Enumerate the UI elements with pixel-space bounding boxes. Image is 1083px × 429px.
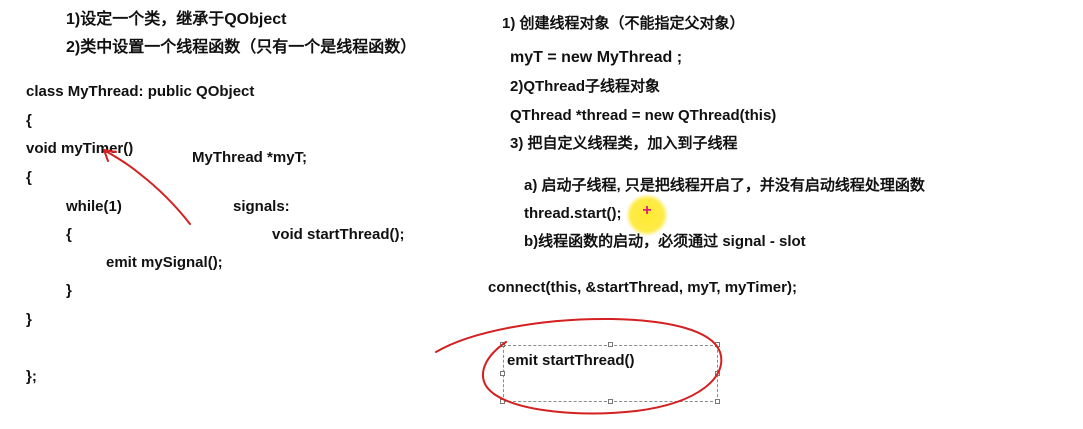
code-emit-statement: emit mySignal(); xyxy=(106,254,223,271)
code-function-declaration: void myTimer() xyxy=(26,140,134,157)
code-emit-start-thread[interactable]: emit startThread() xyxy=(507,351,635,371)
resize-handle-bottom[interactable] xyxy=(608,399,613,404)
right-step-2: 2)QThread子线程对象 xyxy=(510,78,661,95)
code-class-declaration: class MyThread: public QObject xyxy=(26,83,255,100)
code-connect-statement: connect(this, &startThread, myT, myTimer… xyxy=(488,279,797,296)
resize-handle-left[interactable] xyxy=(500,371,505,376)
code-new-mythread: myT = new MyThread ; xyxy=(510,49,683,66)
right-step-1: 1) 创建线程对象（不能指定父对象） xyxy=(502,15,745,32)
right-step-3: 3) 把自定义线程类，加入到子线程 xyxy=(510,135,738,152)
code-signal-declaration: void startThread(); xyxy=(272,226,405,243)
resize-handle-right[interactable] xyxy=(715,371,720,376)
code-open-brace-function: { xyxy=(26,169,32,186)
left-step-1: 1)设定一个类，继承于QObject xyxy=(66,11,287,28)
resize-handle-top[interactable] xyxy=(608,342,613,347)
code-signals-label: signals: xyxy=(233,198,290,215)
resize-handle-bottom-left[interactable] xyxy=(500,399,505,404)
code-member-declaration: MyThread *myT; xyxy=(192,149,308,166)
code-close-brace-function: } xyxy=(26,311,32,328)
right-substep-a: a) 启动子线程, 只是把线程开启了，并没有启动线程处理函数 xyxy=(524,177,925,194)
resize-handle-top-left[interactable] xyxy=(500,342,505,347)
resize-handle-bottom-right[interactable] xyxy=(715,399,720,404)
code-close-brace-while: } xyxy=(66,282,72,299)
resize-handle-top-right[interactable] xyxy=(715,342,720,347)
code-close-class: }; xyxy=(26,368,37,385)
cursor-crosshair-icon: + xyxy=(642,202,652,219)
code-open-brace-while: { xyxy=(66,226,72,243)
code-thread-start: thread.start(); xyxy=(524,205,622,222)
code-open-brace-class: { xyxy=(26,112,32,129)
code-new-qthread: QThread *thread = new QThread(this) xyxy=(510,107,777,124)
code-while-statement: while(1) xyxy=(66,198,122,215)
right-substep-b: b)线程函数的启动，必须通过 signal - slot xyxy=(524,233,806,250)
left-step-2: 2)类中设置一个线程函数（只有一个是线程函数） xyxy=(66,39,417,56)
